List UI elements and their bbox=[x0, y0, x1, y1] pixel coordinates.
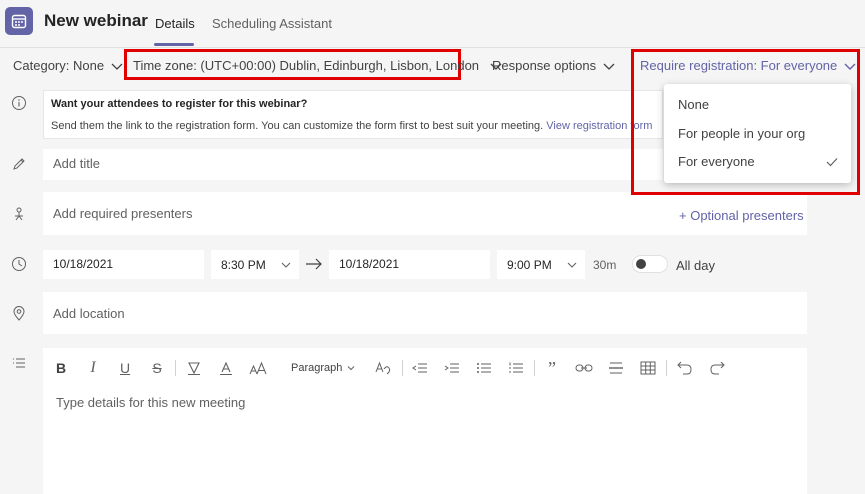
tab-details[interactable]: Details bbox=[155, 16, 195, 31]
response-options-label: Response options bbox=[492, 58, 597, 73]
increase-indent-icon[interactable] bbox=[442, 358, 462, 378]
end-date-value: 10/18/2021 bbox=[339, 257, 400, 271]
toolbar-separator bbox=[175, 360, 176, 376]
end-time-value: 9:00 PM bbox=[507, 258, 552, 272]
tab-scheduling-assistant[interactable]: Scheduling Assistant bbox=[212, 16, 332, 31]
optional-presenters-link[interactable]: + Optional presenters bbox=[679, 208, 804, 223]
chevron-down-icon bbox=[603, 63, 615, 70]
end-date-input[interactable]: 10/18/2021 bbox=[329, 250, 490, 279]
category-label: Category: None bbox=[13, 58, 105, 73]
italic-button[interactable]: I bbox=[83, 358, 103, 378]
start-date-value: 10/18/2021 bbox=[53, 257, 114, 271]
paragraph-label: Paragraph bbox=[291, 362, 343, 374]
presenter-icon bbox=[10, 205, 28, 223]
location-icon bbox=[10, 304, 28, 322]
calendar-app-icon bbox=[5, 7, 33, 35]
start-date-input[interactable]: 10/18/2021 bbox=[43, 250, 204, 279]
toolbar-separator bbox=[534, 360, 535, 376]
all-day-label: All day bbox=[676, 258, 716, 273]
bulleted-list-icon[interactable] bbox=[474, 358, 494, 378]
pencil-icon bbox=[10, 155, 28, 173]
link-icon[interactable] bbox=[574, 358, 594, 378]
redo-icon[interactable] bbox=[707, 358, 727, 378]
toolbar-separator bbox=[402, 360, 403, 376]
bold-button[interactable]: B bbox=[51, 358, 71, 378]
active-tab-indicator bbox=[154, 43, 194, 46]
start-time-dropdown[interactable]: 8:30 PM bbox=[211, 250, 299, 279]
arrow-right-icon bbox=[306, 258, 322, 270]
banner-text: Send them the link to the registration f… bbox=[51, 120, 652, 132]
table-icon[interactable] bbox=[638, 358, 658, 378]
font-color-icon[interactable] bbox=[216, 358, 236, 378]
chevron-down-icon bbox=[348, 366, 355, 371]
undo-icon[interactable] bbox=[675, 358, 695, 378]
duration-label: 30m bbox=[593, 258, 617, 272]
details-list-icon bbox=[10, 354, 28, 372]
all-day-toggle[interactable] bbox=[632, 255, 668, 273]
time-zone-label: Time zone: (UTC+00:00) Dublin, Edinburgh… bbox=[133, 58, 480, 73]
quote-icon[interactable]: ” bbox=[542, 358, 562, 378]
time-zone-dropdown[interactable]: Time zone: (UTC+00:00) Dublin, Edinburgh… bbox=[133, 58, 503, 73]
category-dropdown[interactable]: Category: None bbox=[13, 58, 124, 73]
numbered-list-icon[interactable] bbox=[506, 358, 526, 378]
underline-button[interactable]: U bbox=[115, 358, 135, 378]
header-divider bbox=[0, 47, 865, 48]
presenters-input[interactable]: Add required presenters + Optional prese… bbox=[43, 192, 807, 235]
clear-formatting-icon[interactable] bbox=[374, 358, 394, 378]
toolbar-separator bbox=[666, 360, 667, 376]
strikethrough-button[interactable]: S bbox=[147, 358, 167, 378]
horizontal-rule-icon[interactable] bbox=[606, 358, 626, 378]
clock-icon bbox=[10, 255, 28, 273]
presenters-placeholder: Add required presenters bbox=[53, 206, 193, 221]
chevron-down-icon bbox=[567, 262, 577, 268]
response-options-dropdown[interactable]: Response options bbox=[492, 58, 616, 73]
location-input[interactable]: Add location bbox=[43, 292, 807, 334]
decrease-indent-icon[interactable] bbox=[410, 358, 430, 378]
page-title: New webinar bbox=[44, 11, 148, 30]
info-icon bbox=[10, 94, 28, 112]
chevron-down-icon bbox=[111, 63, 123, 70]
title-placeholder: Add title bbox=[53, 156, 100, 171]
location-placeholder: Add location bbox=[53, 306, 125, 321]
highlight-icon[interactable] bbox=[184, 358, 204, 378]
banner-title: Want your attendees to register for this… bbox=[51, 98, 308, 110]
toggle-knob bbox=[636, 259, 646, 269]
font-size-icon[interactable] bbox=[248, 358, 268, 378]
end-time-dropdown[interactable]: 9:00 PM bbox=[497, 250, 585, 279]
paragraph-style-dropdown[interactable]: Paragraph bbox=[291, 362, 356, 374]
details-placeholder: Type details for this new meeting bbox=[56, 395, 246, 410]
chevron-down-icon bbox=[281, 262, 291, 268]
banner-text-body: Send them the link to the registration f… bbox=[51, 120, 544, 132]
title-input[interactable]: Add title bbox=[43, 149, 663, 180]
registration-highlight-box bbox=[631, 49, 860, 195]
start-time-value: 8:30 PM bbox=[221, 258, 266, 272]
